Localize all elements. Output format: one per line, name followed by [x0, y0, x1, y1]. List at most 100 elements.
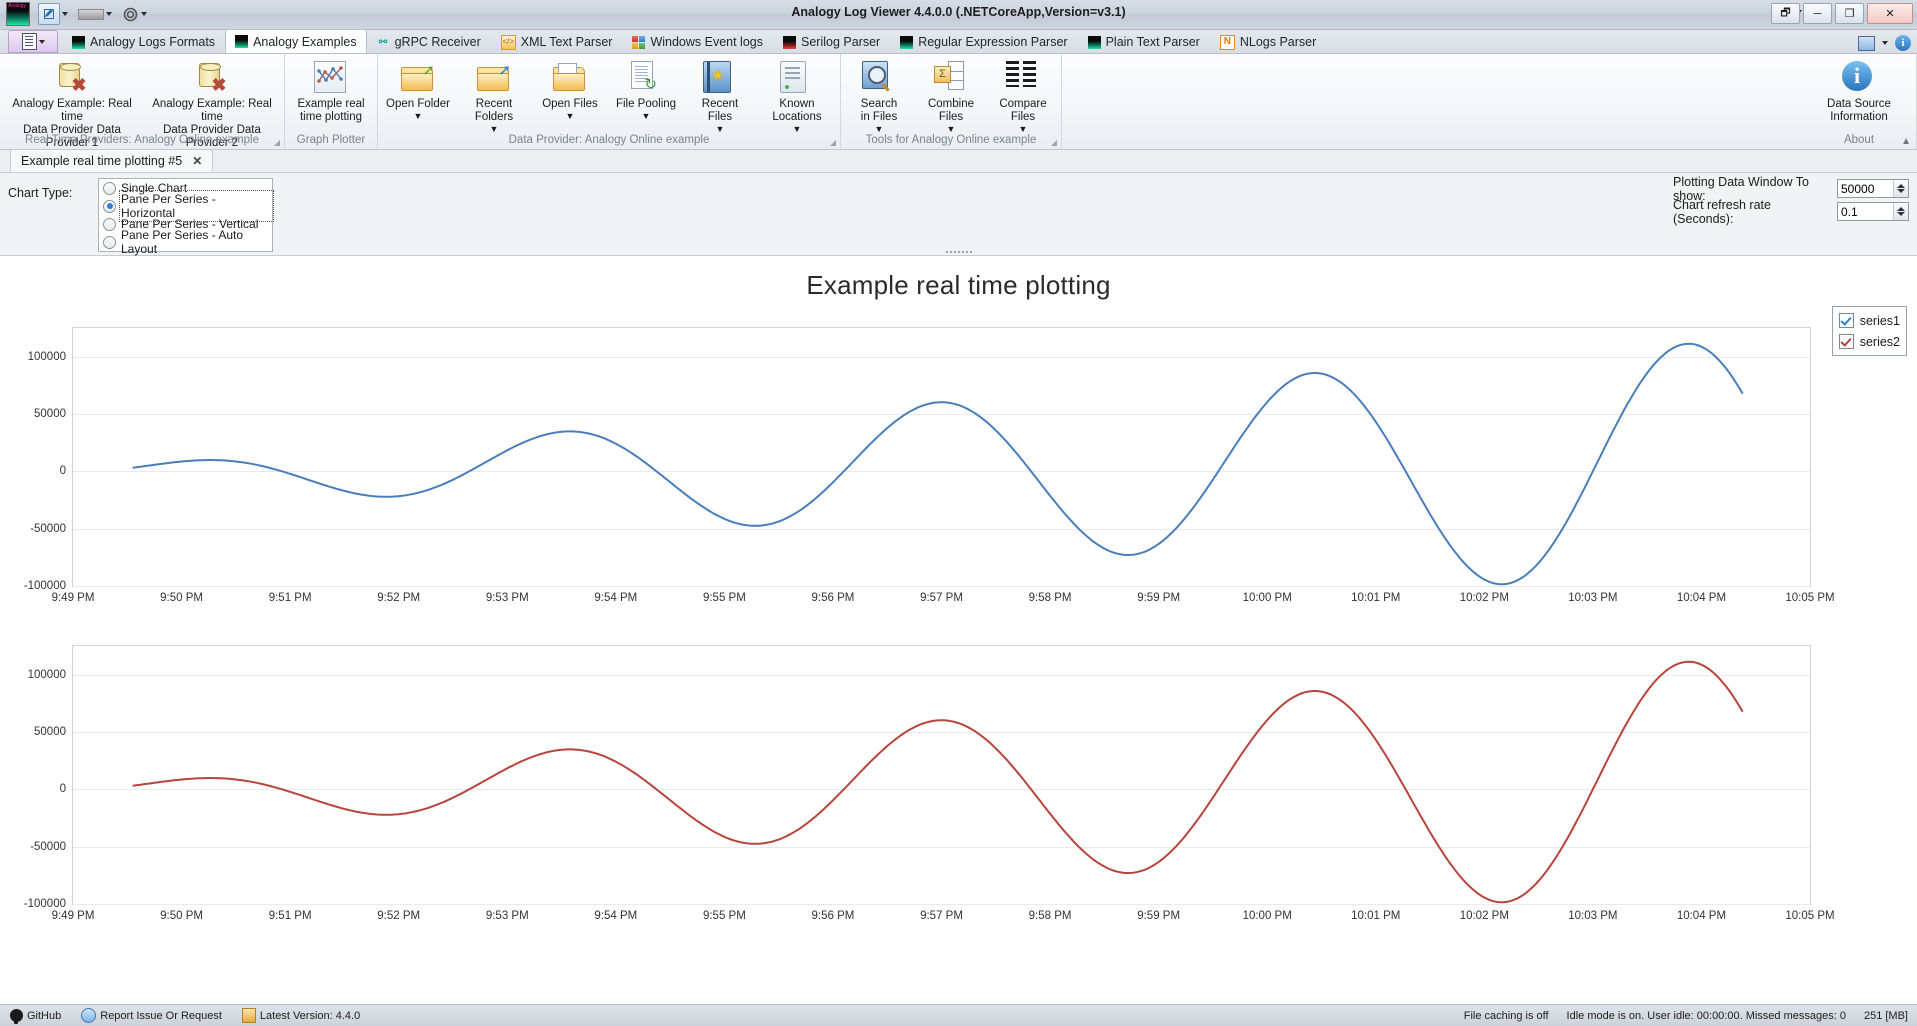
refresh-rate-stepper[interactable]	[1837, 202, 1909, 221]
x-axis-tick: 9:59 PM	[1137, 592, 1181, 604]
status-github[interactable]: GitHub	[0, 1009, 71, 1024]
ribbon: ✖ Analogy Example: Real time Data Provid…	[0, 54, 1917, 150]
open-folder-icon: ➚	[401, 61, 435, 95]
plotting-window-input[interactable]	[1838, 180, 1893, 197]
ribbon-item-open-files[interactable]: Open Files ▼	[532, 59, 608, 123]
close-icon[interactable]: ✕	[192, 154, 202, 168]
chevron-down-icon[interactable]	[38, 39, 45, 44]
tab-grpc-receiver[interactable]: ⚯ gRPC Receiver	[367, 30, 491, 53]
x-axis-tick: 9:56 PM	[811, 592, 855, 604]
ribbon-item-file-pooling[interactable]: ↻ File Pooling ▼	[608, 59, 684, 123]
ribbon-item-combine-files[interactable]: Σ Combine Files ▼	[915, 59, 987, 136]
application-menu-button[interactable]	[8, 30, 58, 53]
checkbox-series2[interactable]	[1838, 334, 1854, 349]
chart-title: Example real time plotting	[806, 270, 1111, 300]
y-axis-tick: 0	[59, 783, 66, 796]
ribbon-item-label: File Pooling ▼	[615, 98, 677, 121]
title-bar: Analogy Log Viewer 4.4.0.0 (.NETCoreApp,…	[0, 0, 1917, 30]
document-tab-example-real-time-plotting[interactable]: Example real time plotting #5 ✕	[10, 149, 214, 172]
series-line-series1	[132, 342, 1744, 586]
chevron-down-icon[interactable]: ▼	[386, 112, 450, 121]
x-axis-tick: 9:54 PM	[594, 592, 638, 604]
tab-nlogs-parser[interactable]: N NLogs Parser	[1210, 30, 1326, 53]
stepper-arrows[interactable]	[1893, 203, 1908, 220]
ribbon-item-label: Open Folder ▼	[386, 98, 450, 121]
tab-xml-text-parser[interactable]: </> XML Text Parser	[491, 30, 623, 53]
legend-item-series1[interactable]: series1	[1838, 310, 1900, 331]
panel-splitter[interactable]	[0, 249, 1917, 255]
plotting-window-stepper[interactable]	[1837, 179, 1909, 198]
file-pooling-icon: ↻	[629, 61, 663, 95]
ribbon-item-label: Data Source Information	[1827, 98, 1891, 123]
tab-strip-right-icons[interactable]: i	[1858, 35, 1911, 51]
tab-analogy-examples[interactable]: Analogy Examples	[225, 29, 367, 53]
x-axis-tick: 10:03 PM	[1568, 910, 1618, 922]
x-axis-tick: 9:59 PM	[1137, 910, 1181, 922]
line-chart-icon	[314, 61, 348, 95]
status-bar: GitHub Report Issue Or Request Latest Ve…	[0, 1004, 1917, 1026]
x-axis-tick: 9:51 PM	[268, 910, 312, 922]
ribbon-group-caption: Data Provider: Analogy Online example	[380, 132, 838, 149]
x-axis-tick: 9:52 PM	[377, 592, 421, 604]
radio-label: Pane Per Series - Horizontal	[119, 190, 274, 222]
dialog-launcher-icon[interactable]	[830, 140, 836, 146]
chart-pane-series1[interactable]: -100000 -50000 0 50000 100000 9:49 PM 9:50 PM 9…	[24, 327, 1835, 604]
ribbon-item-label: Combine Files ▼	[927, 98, 975, 134]
window-buttons[interactable]: 🗗 ─ ❐ ✕	[1771, 3, 1913, 24]
tab-analogy-logs-formats[interactable]: Analogy Logs Formats	[62, 30, 225, 53]
ribbon-group-data-provider: ➚ Open Folder ▼ ➚ Recent Folders ▼ Open Fi…	[378, 54, 841, 149]
checkbox-series1[interactable]	[1838, 313, 1854, 328]
window-close-button[interactable]: ✕	[1867, 3, 1913, 24]
x-axis-tick: 10:04 PM	[1676, 592, 1727, 604]
ribbon-collapse-icon[interactable]: ▲	[1901, 136, 1911, 147]
ribbon-item-open-folder[interactable]: ➚ Open Folder ▼	[380, 59, 456, 123]
tab-windows-event-logs[interactable]: Windows Event logs	[622, 30, 773, 53]
known-locations-icon	[780, 61, 814, 95]
ribbon-item-example-real-time-plotting[interactable]: Example real time plotting	[287, 59, 375, 126]
recent-files-icon: ★	[703, 61, 737, 95]
ribbon-item-known-locations[interactable]: Known Locations ▼	[756, 59, 838, 136]
layout-icon[interactable]	[1858, 35, 1875, 51]
grpc-icon: ⚯	[378, 36, 388, 48]
stepper-arrows[interactable]	[1893, 180, 1908, 197]
status-latest-version[interactable]: Latest Version: 4.4.0	[232, 1008, 370, 1023]
ribbon-item-recent-folders[interactable]: ➚ Recent Folders ▼	[456, 59, 532, 136]
ribbon-item-search-in-files[interactable]: Search in Files ▼	[843, 59, 915, 136]
refresh-rate-input[interactable]	[1838, 203, 1893, 220]
info-icon[interactable]: i	[1895, 35, 1911, 51]
chevron-down-icon[interactable]: ▼	[542, 112, 598, 121]
tab-serilog-parser[interactable]: Serilog Parser	[773, 30, 890, 53]
x-axis-tick: 9:49 PM	[51, 910, 95, 922]
tab-plain-text-parser[interactable]: Plain Text Parser	[1078, 30, 1210, 53]
tab-regular-expression-parser[interactable]: Regular Expression Parser	[890, 30, 1077, 53]
chart-options-panel: Chart Type: Single Chart Pane Per Series…	[0, 173, 1917, 256]
open-files-icon	[553, 61, 587, 95]
ribbon-item-compare-files[interactable]: Compare Files ▼	[987, 59, 1059, 136]
window-maximize-button[interactable]: ❐	[1835, 3, 1864, 24]
dialog-launcher-icon[interactable]	[274, 140, 280, 146]
status-report-issue[interactable]: Report Issue Or Request	[71, 1008, 232, 1023]
window-minimize-button[interactable]: ─	[1803, 3, 1832, 24]
window-restore-button[interactable]: 🗗	[1771, 3, 1800, 24]
caption-text: Real Time Providers: Analogy Online exam…	[25, 134, 259, 146]
ribbon-item-data-source-information[interactable]: i Data Source Information	[1812, 59, 1906, 126]
document-tab-label: Example real time plotting #5	[21, 153, 183, 168]
chart-type-radio-group[interactable]: Single Chart Pane Per Series - Horizonta…	[98, 178, 274, 256]
dialog-launcher-icon[interactable]	[1051, 140, 1057, 146]
legend-label: series1	[1859, 313, 1900, 328]
chart-pane-series2[interactable]: -100000 -50000 0 50000 100000 9:49 PM 9:50 PM 9…	[24, 645, 1835, 922]
chevron-down-icon[interactable]: ▼	[616, 112, 676, 121]
legend-item-series2[interactable]: series2	[1838, 331, 1900, 352]
tab-label: NLogs Parser	[1239, 35, 1317, 49]
x-axis-tick: 10:02 PM	[1459, 592, 1509, 604]
radio-pane-per-series-horizontal[interactable]: Pane Per Series - Horizontal	[99, 190, 274, 222]
caption-text: Data Provider: Analogy Online example	[508, 134, 710, 146]
legend-label: series2	[1859, 334, 1900, 349]
x-axis-tick: 9:53 PM	[485, 910, 529, 922]
database-remove-icon: ✖	[195, 61, 229, 95]
status-idle-mode: Idle mode is on. User idle: 00:00:00. Mi…	[1566, 1009, 1846, 1022]
refresh-rate-label: Chart refresh rate (Seconds):	[1673, 197, 1771, 226]
chevron-down-icon[interactable]	[1882, 41, 1888, 45]
ribbon-item-recent-files[interactable]: ★ Recent Files ▼	[684, 59, 756, 136]
chart-legend[interactable]: series1 series2	[1831, 306, 1907, 356]
